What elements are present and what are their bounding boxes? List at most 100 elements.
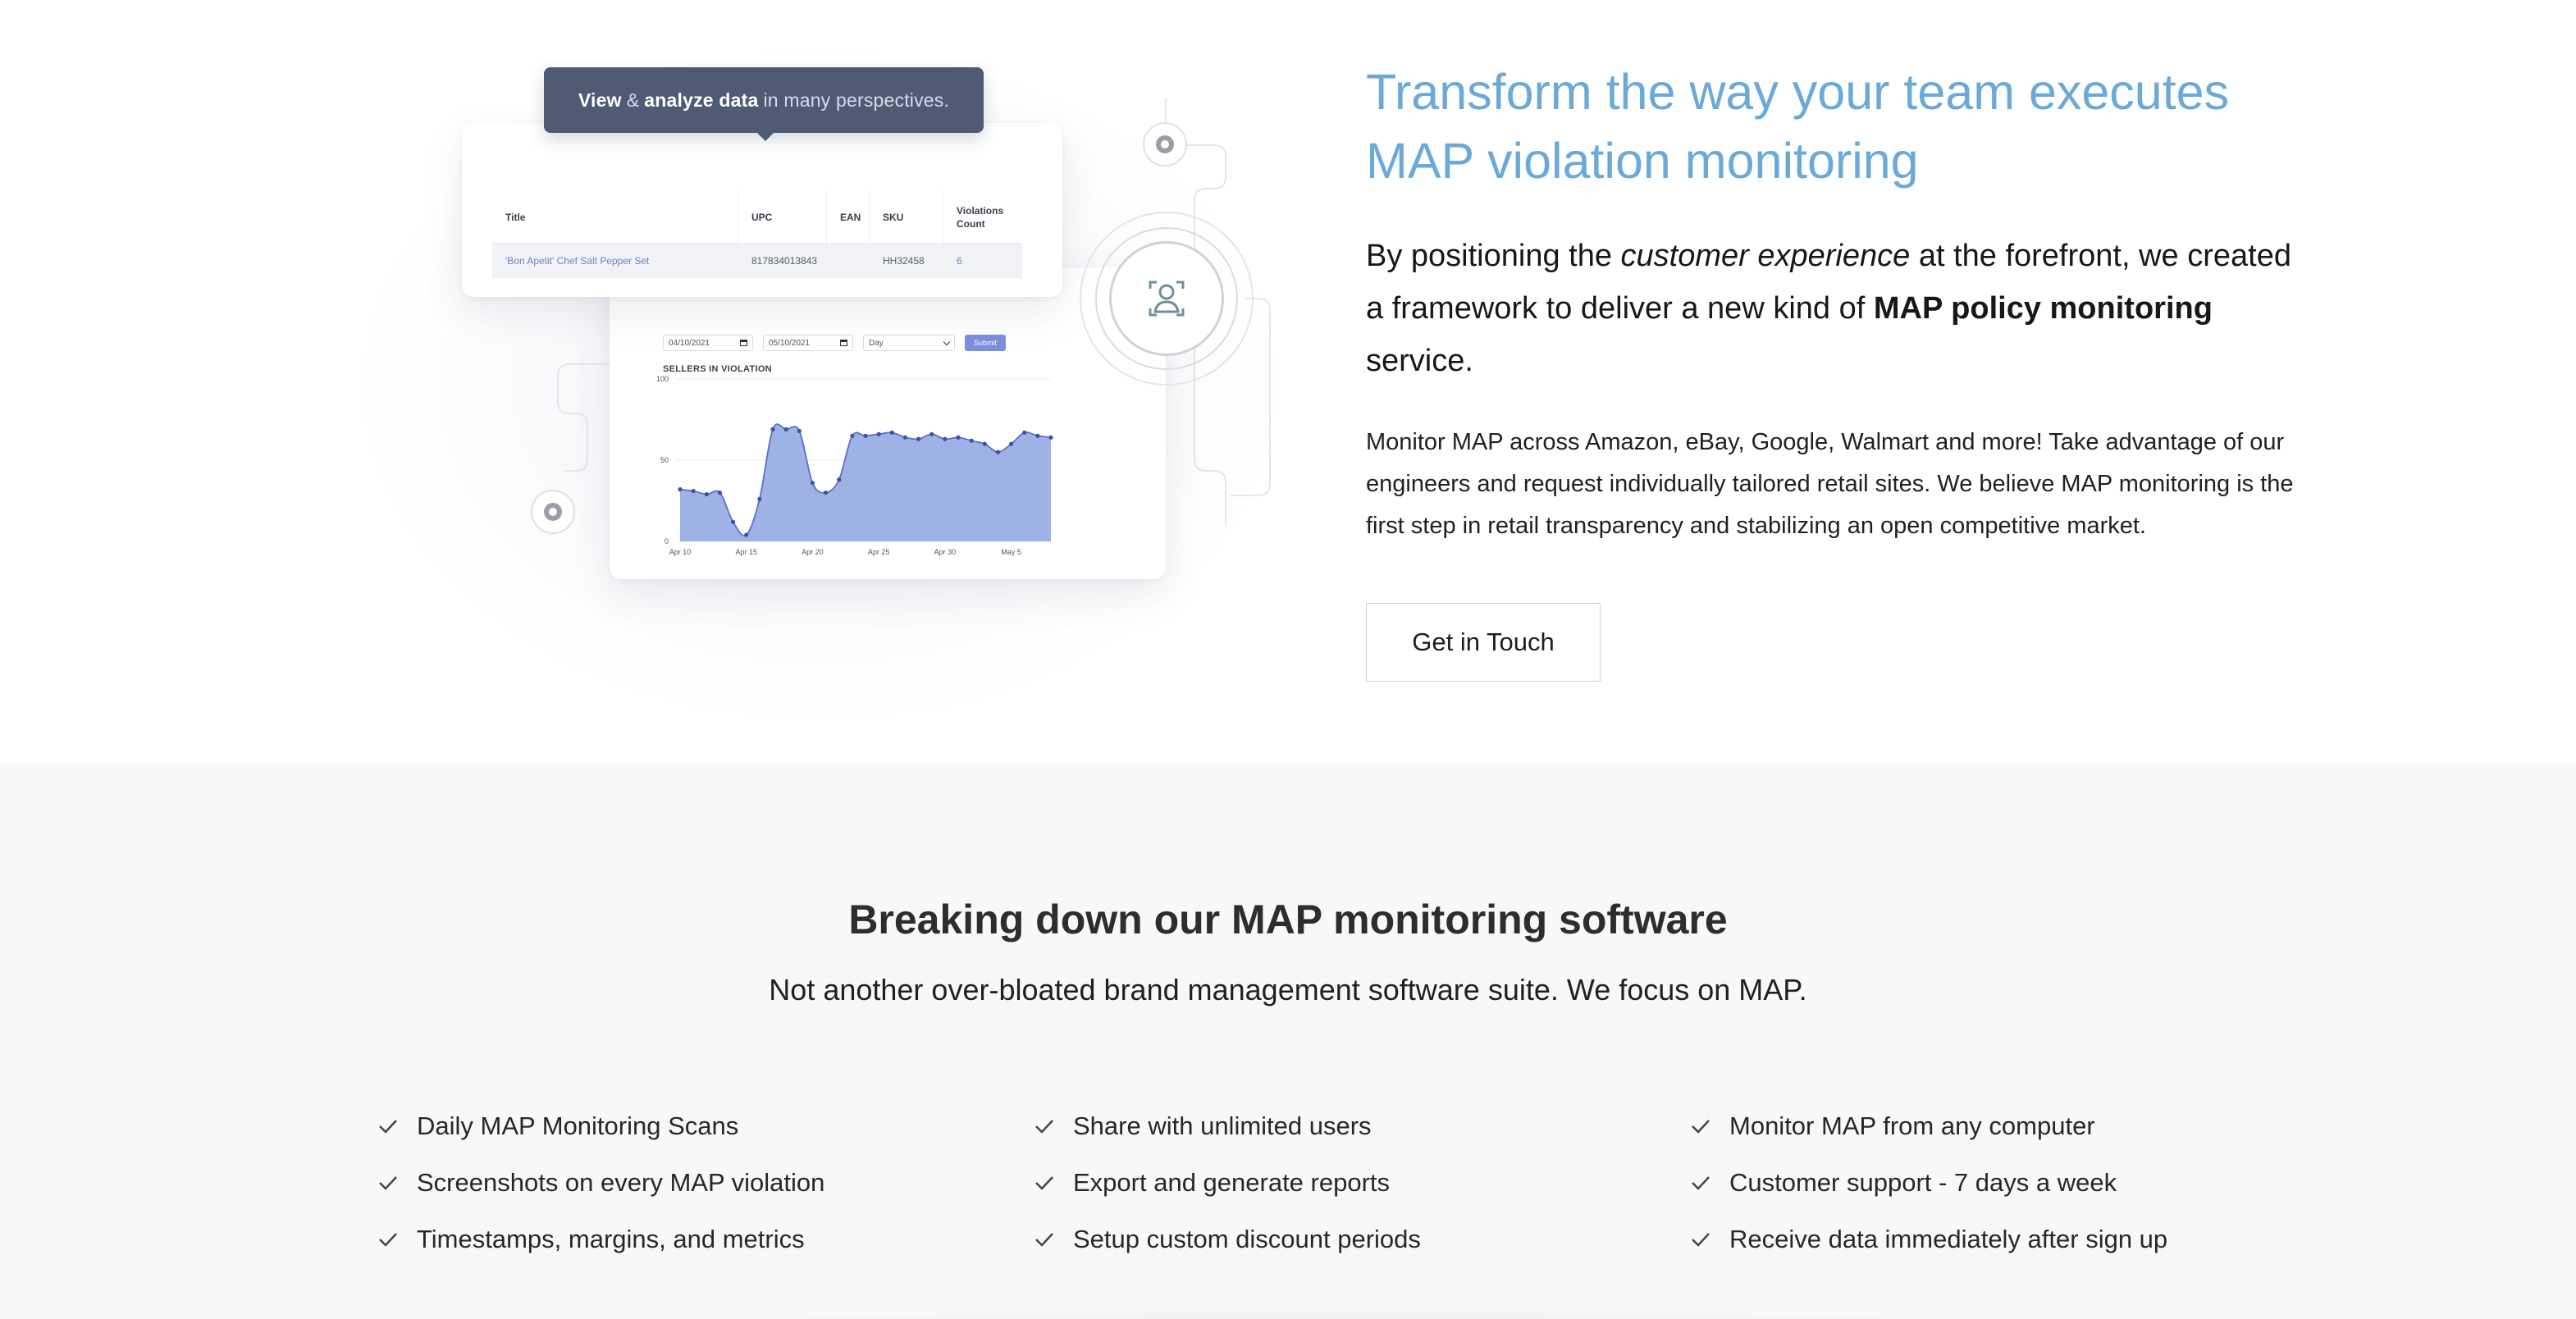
data-point (850, 433, 855, 438)
feature-label: Daily MAP Monitoring Scans (417, 1111, 739, 1140)
get-in-touch-button[interactable]: Get in Touch (1366, 603, 1601, 682)
data-point (916, 436, 921, 441)
next-section-shadow (591, 1311, 2100, 1319)
list-item: Monitor MAP from any computer (1688, 1098, 2345, 1154)
row-violations: 6 (957, 255, 962, 267)
header-ean: EAN (827, 191, 870, 243)
data-point (837, 477, 842, 482)
data-point (863, 433, 868, 438)
checkmark-icon (1692, 1119, 1710, 1134)
data-point (810, 481, 815, 486)
data-point (783, 427, 788, 431)
data-point (956, 435, 961, 440)
list-item: Timestamps, margins, and metrics (376, 1211, 1032, 1267)
list-item: Daily MAP Monitoring Scans (376, 1098, 1032, 1154)
avatar-badge (1109, 241, 1224, 356)
data-point (995, 450, 1001, 454)
feature-column-1: Daily MAP Monitoring Scans Screenshots o… (376, 1098, 1032, 1267)
data-point (770, 427, 775, 431)
feature-label: Screenshots on every MAP violation (417, 1167, 825, 1197)
data-point (757, 496, 762, 502)
data-point (1035, 433, 1040, 438)
lead-emphasis: customer experience (1620, 239, 1911, 273)
hero-copy: Transform the way your team executes MAP… (1366, 57, 2301, 682)
y-tick-label: 0 (665, 537, 669, 545)
data-point (797, 428, 802, 433)
features-section: Breaking down our MAP monitoring softwar… (0, 763, 2576, 1319)
lead-text-3: service. (1366, 344, 1473, 378)
feature-column-2: Share with unlimited users Export and ge… (1032, 1098, 1688, 1267)
row-ean (827, 244, 870, 278)
data-point (717, 491, 723, 495)
table-header: Title UPC EAN SKU Violations Count (492, 191, 1022, 244)
tooltip-perspectives: in many perspectives. (763, 89, 950, 111)
y-tick-label: 100 (656, 375, 669, 383)
feature-label: Share with unlimited users (1073, 1111, 1372, 1140)
connector-node-icon (531, 490, 575, 534)
table-row[interactable]: 'Bon Apetit' Chef Salt Pepper Set 817834… (492, 244, 1022, 278)
list-item: Customer support - 7 days a week (1688, 1154, 2345, 1211)
feature-column-3: Monitor MAP from any computer Customer s… (1688, 1098, 2345, 1267)
hero-body: Monitor MAP across Amazon, eBay, Google,… (1366, 429, 2294, 539)
features-subtitle: Not another over-bloated brand managemen… (769, 973, 1807, 1006)
x-tick-label: Apr 25 (868, 548, 890, 556)
row-title[interactable]: 'Bon Apetit' Chef Salt Pepper Set (492, 244, 738, 278)
data-point (982, 441, 987, 446)
x-tick-label: Apr 15 (735, 548, 757, 556)
lead-text-1: By positioning the (1366, 239, 1621, 273)
hero-headline: Transform the way your team executes MAP… (1366, 64, 2230, 189)
hero-section: 04/10/2021 05/10/2021 Day Submit SELLERS… (0, 0, 2576, 763)
data-point (744, 532, 749, 537)
tooltip-analyze: analyze data (644, 89, 759, 111)
feature-label: Customer support - 7 days a week (1729, 1167, 2117, 1197)
checkmark-icon (379, 1175, 397, 1190)
header-upc: UPC (738, 191, 827, 243)
y-tick-label: 50 (660, 456, 669, 464)
feature-label: Export and generate reports (1073, 1167, 1391, 1197)
data-point (902, 435, 908, 440)
row-upc: 817834013843 (738, 244, 827, 278)
checkmark-icon (1035, 1232, 1053, 1247)
data-point (678, 487, 683, 492)
data-point (1008, 441, 1014, 446)
features-title: Breaking down our MAP monitoring softwar… (848, 897, 1728, 942)
checkmark-icon (1035, 1119, 1053, 1134)
data-point (1022, 430, 1027, 435)
list-item: Setup custom discount periods (1032, 1211, 1688, 1267)
checkmark-icon (1692, 1175, 1710, 1190)
checkmark-icon (379, 1232, 397, 1247)
lead-strong: MAP policy monitoring (1873, 291, 2213, 326)
data-point (704, 491, 709, 497)
tooltip-view: View (578, 89, 622, 111)
list-item: Screenshots on every MAP violation (376, 1154, 1032, 1211)
header-title: Title (492, 191, 738, 243)
checkmark-icon (1692, 1232, 1710, 1247)
list-item: Share with unlimited users (1032, 1098, 1688, 1154)
data-point (943, 436, 948, 441)
data-point (1048, 435, 1053, 440)
data-point (929, 431, 934, 436)
feature-label: Setup custom discount periods (1073, 1224, 1421, 1253)
data-point (969, 438, 974, 443)
data-point (823, 491, 829, 495)
header-violations: Violations Count (957, 204, 1004, 230)
list-item: Export and generate reports (1032, 1154, 1688, 1211)
x-tick-label: Apr 20 (802, 548, 824, 556)
feature-label: Timestamps, margins, and metrics (417, 1224, 805, 1253)
x-tick-label: Apr 30 (934, 548, 957, 556)
x-tick-label: Apr 10 (669, 548, 692, 556)
feature-label: Monitor MAP from any computer (1729, 1111, 2095, 1140)
user-scan-icon (1149, 281, 1185, 317)
data-point (691, 489, 696, 494)
tooltip-amp: & (626, 89, 640, 111)
hero-lead: By positioning the customer experience a… (1366, 230, 2301, 387)
data-point (889, 430, 894, 435)
tooltip-callout: View & analyze data in many perspectives… (544, 67, 984, 141)
feature-label: Receive data immediately after sign up (1729, 1224, 2168, 1253)
checkmark-icon (379, 1119, 397, 1134)
checkmark-icon (1035, 1175, 1053, 1190)
product-illustration: 04/10/2021 05/10/2021 Day Submit SELLERS… (361, 0, 1280, 722)
feature-columns: Daily MAP Monitoring Scans Screenshots o… (376, 1098, 2345, 1267)
header-sku: SKU (870, 191, 943, 243)
product-table: Title UPC EAN SKU Violations Count 'Bon … (492, 191, 1022, 278)
